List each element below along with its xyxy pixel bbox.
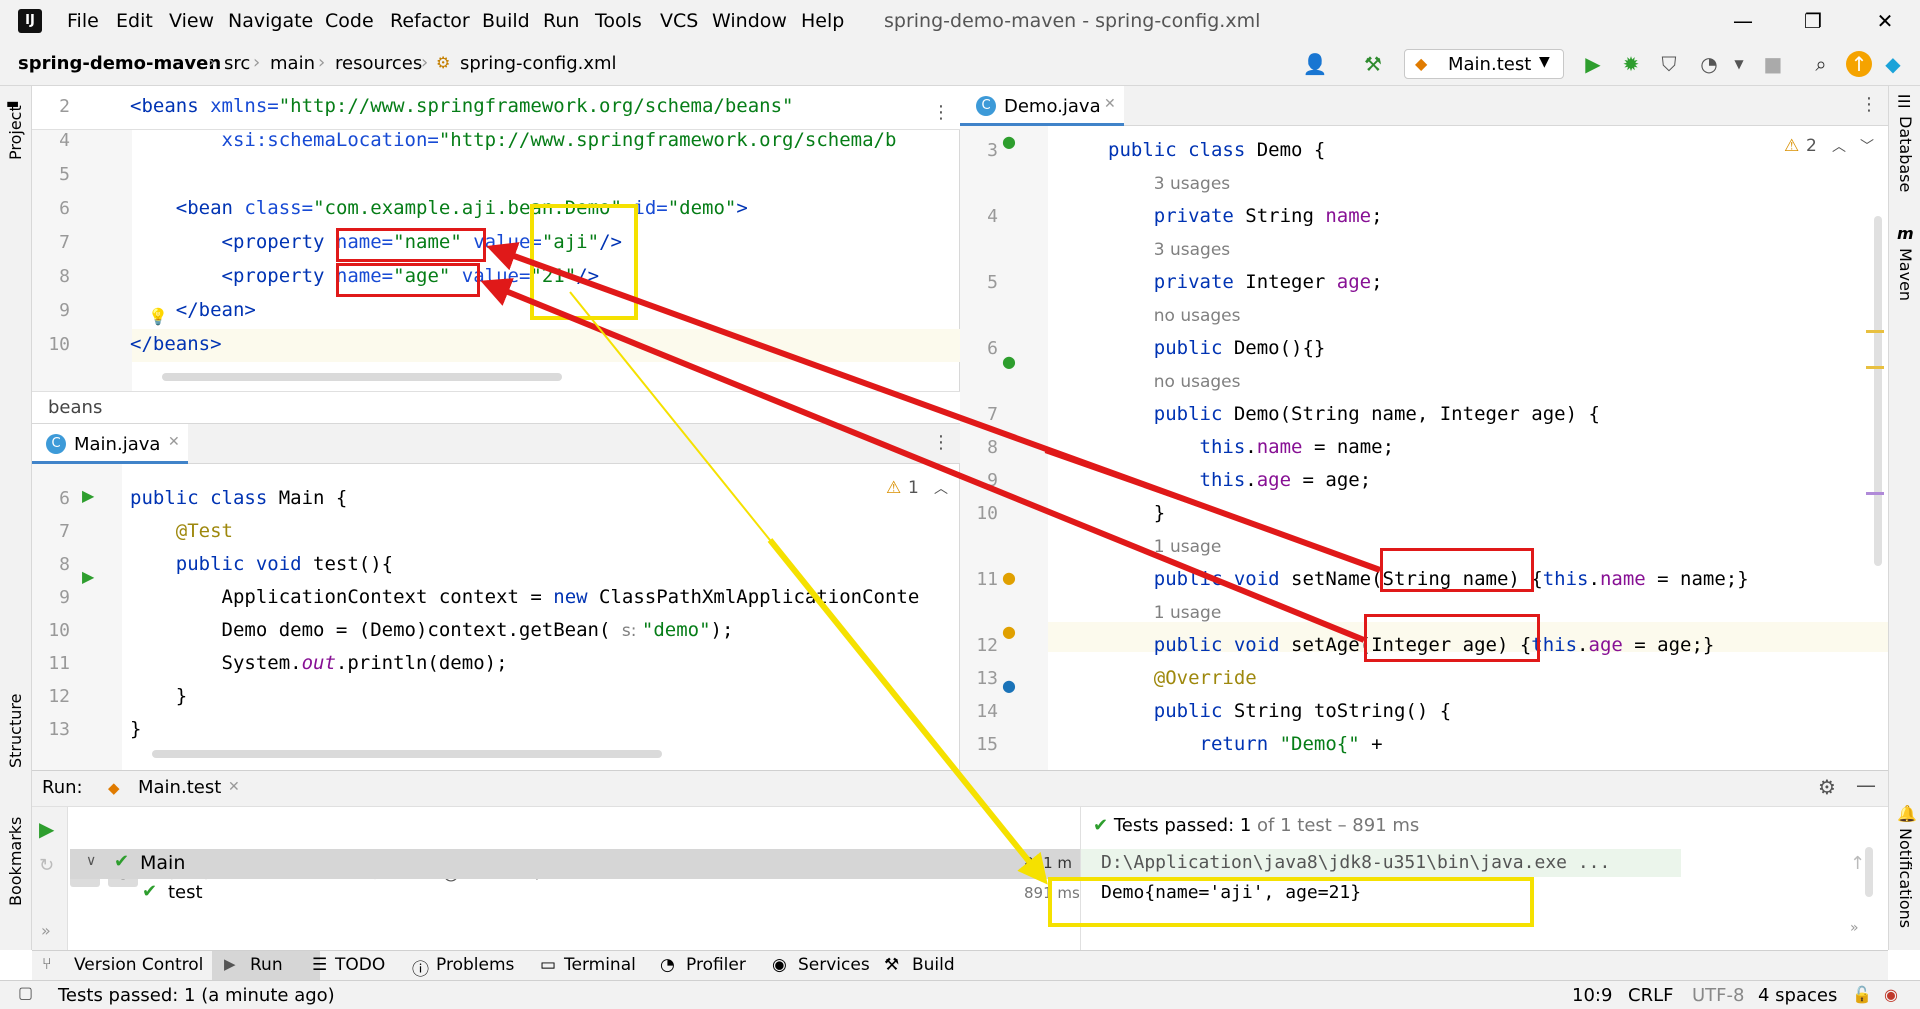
annotation-arrows — [480, 242, 1382, 885]
